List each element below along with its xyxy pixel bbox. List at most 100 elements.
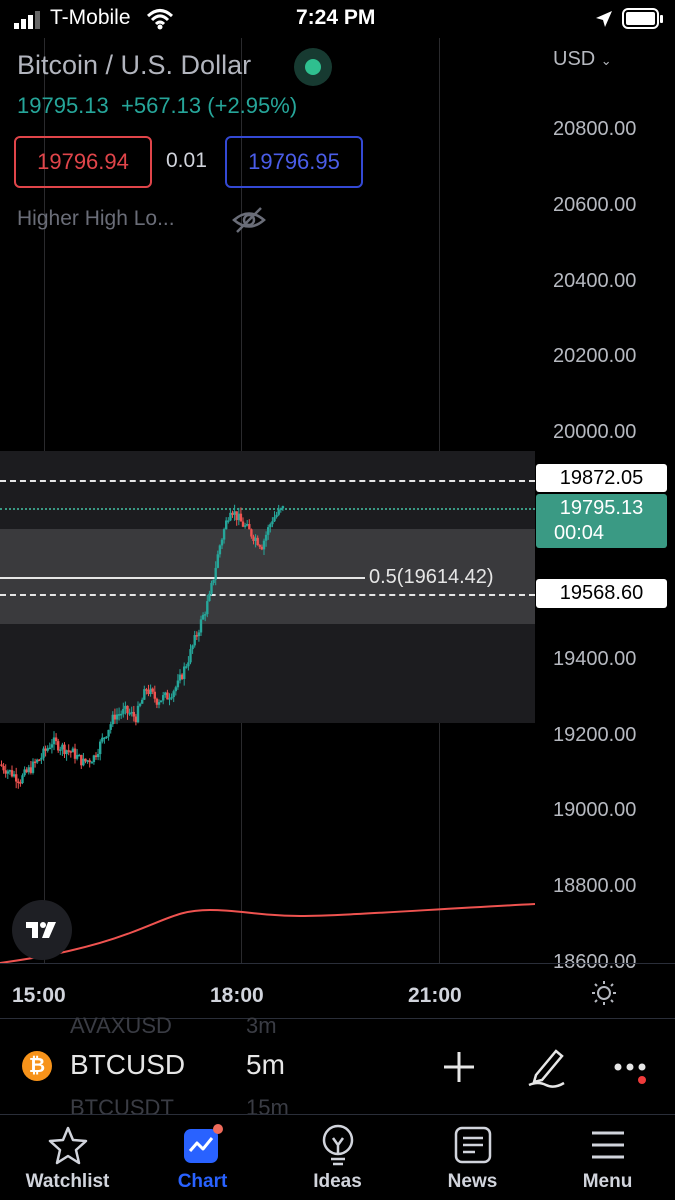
candle-body (199, 619, 203, 633)
chevron-down-icon: ⌄ (600, 53, 612, 68)
price-change-line: 19795.13 +567.13 (+2.95%) (17, 93, 297, 119)
tab-menu[interactable]: Menu (540, 1115, 675, 1200)
candle-body (185, 666, 188, 668)
candle-body (61, 744, 64, 750)
candle-body (120, 713, 123, 716)
candle-body (254, 537, 257, 541)
candle-body (117, 714, 121, 716)
sell-button[interactable]: 19796.94 (14, 136, 152, 188)
tab-ideas[interactable]: Ideas (270, 1115, 405, 1200)
candle-body (12, 774, 16, 777)
price-axis-label: 20000.00 (553, 421, 637, 443)
tab-chart[interactable]: Chart (135, 1115, 270, 1200)
news-icon (454, 1126, 492, 1164)
candle-body (80, 754, 83, 766)
candle-body (115, 714, 119, 720)
candle-body (229, 512, 232, 521)
candle-body (164, 692, 167, 696)
interval-selector[interactable]: 5m (246, 1049, 285, 1081)
candle-body (27, 767, 30, 773)
candle-body (172, 691, 175, 698)
buy-button[interactable]: 19796.95 (225, 136, 363, 188)
tab-label: Ideas (313, 1171, 362, 1192)
candle-body (267, 527, 270, 535)
candle-body (176, 680, 180, 688)
settings-sun-icon[interactable] (591, 980, 617, 1006)
market-status-icon[interactable] (294, 48, 332, 86)
time-axis-label: 18:00 (210, 984, 264, 1007)
price-axis-label: 20400.00 (553, 270, 637, 292)
candle-body (122, 708, 125, 714)
candle-body (166, 692, 169, 700)
eye-hidden-icon[interactable] (231, 205, 267, 235)
candle-body (73, 748, 77, 759)
candle-body (222, 529, 226, 540)
candle-body (69, 751, 72, 753)
time-axis-label: 21:00 (408, 984, 462, 1007)
tradingview-logo[interactable] (12, 900, 72, 960)
candle-body (25, 769, 28, 773)
indicator-name[interactable]: Higher High Lo... (17, 207, 175, 231)
spread-value: 0.01 (166, 149, 207, 172)
menu-icon (592, 1131, 624, 1159)
candle-body (216, 554, 219, 568)
candle-body (197, 632, 201, 637)
candle-body (153, 691, 156, 699)
lower-level-tag: 19568.60 (536, 579, 667, 608)
candle-body (19, 782, 22, 784)
bottom-tab-bar: Watchlist Chart Ideas News Menu (0, 1114, 675, 1200)
candle-body (57, 741, 60, 751)
candle-body (262, 540, 266, 550)
candle-body (260, 546, 264, 550)
candle-body (189, 649, 192, 663)
candle-body (212, 579, 215, 583)
candle-body (220, 539, 224, 546)
candle-body (147, 689, 150, 695)
candle-body (23, 769, 26, 776)
candle-body (42, 748, 45, 758)
candle-body (138, 703, 142, 706)
currency-label: USD (553, 48, 596, 70)
wifi-icon (146, 9, 174, 30)
candle-body (94, 755, 98, 758)
candle-body (187, 662, 190, 667)
tab-label: News (447, 1171, 498, 1192)
candle-body (29, 767, 33, 773)
bar-countdown: 00:04 (554, 522, 605, 544)
symbol-title[interactable]: Bitcoin / U.S. Dollar (17, 50, 251, 81)
candle-body (206, 601, 209, 615)
location-arrow-icon (596, 11, 612, 27)
candle-body (88, 760, 91, 763)
candle-body (50, 744, 54, 748)
candle-body (201, 614, 205, 620)
star-icon (48, 1126, 88, 1165)
tradingview-icon (26, 922, 56, 938)
tab-news[interactable]: News (405, 1115, 540, 1200)
candle-body (195, 635, 198, 637)
candle-body (256, 537, 259, 546)
candle-body (0, 764, 3, 766)
drawing-tools-icon[interactable] (526, 1045, 568, 1089)
candle-body (21, 775, 24, 783)
ghost-symbol-above: AVAXUSD (70, 1013, 172, 1038)
candle-body (258, 545, 261, 547)
candle-body (6, 771, 9, 774)
more-options-icon[interactable] (612, 1059, 652, 1087)
candle-body (162, 695, 165, 701)
candle-body (48, 747, 51, 750)
status-bar: T-Mobile 7:24 PM (0, 0, 675, 38)
last-price: 19795.13 (17, 93, 109, 118)
candle-body (4, 770, 7, 774)
currency-selector[interactable]: USD ⌄ (553, 48, 612, 71)
candle-body (132, 711, 135, 717)
candle-body (183, 666, 186, 680)
candle-body (269, 524, 272, 528)
tab-watchlist[interactable]: Watchlist (0, 1115, 135, 1200)
candle-body (180, 674, 184, 680)
tab-label: Watchlist (25, 1171, 110, 1192)
candle-body (84, 758, 87, 762)
symbol-selector[interactable]: BTCUSD (70, 1049, 185, 1081)
candle-body (264, 534, 268, 541)
plus-icon[interactable] (441, 1049, 477, 1085)
candle-body (92, 755, 96, 763)
